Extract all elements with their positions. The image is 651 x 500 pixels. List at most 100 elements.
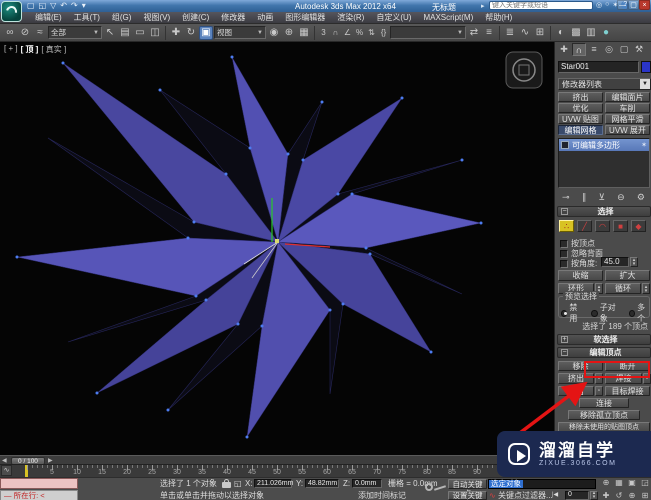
menu-animation[interactable]: 动画: [252, 12, 278, 23]
select-and-move-icon[interactable]: ✚: [169, 26, 183, 40]
spinner-snap-icon[interactable]: ⇅: [366, 26, 377, 40]
search-icon[interactable]: ○: [605, 1, 609, 9]
angle-snap-icon[interactable]: ∠: [342, 26, 353, 40]
chamfer-button[interactable]: 切角: [558, 386, 594, 396]
angle-value-field[interactable]: 45.0: [601, 257, 629, 267]
select-and-link-icon[interactable]: ∞: [3, 26, 17, 40]
absolute-offset-toggle-icon[interactable]: ◱: [234, 478, 242, 489]
modifier-button-edit-patch[interactable]: 编辑面片: [605, 92, 650, 102]
infocenter-arrow-icon[interactable]: ▸: [481, 2, 485, 10]
close-button[interactable]: ×: [639, 0, 650, 10]
element-subobject-icon[interactable]: ◆: [631, 220, 646, 232]
window-crossing-icon[interactable]: ◫: [148, 26, 162, 40]
render-icon[interactable]: ●: [599, 26, 613, 40]
menu-modifiers[interactable]: 修改器: [216, 12, 250, 23]
goto-start-icon[interactable]: |◀: [552, 490, 558, 500]
named-selection-sets-icon[interactable]: {}: [378, 26, 389, 40]
menu-customize[interactable]: 自定义(U): [371, 12, 416, 23]
maximize-viewport-icon[interactable]: ⊞: [639, 491, 651, 500]
modifier-button-meshsmooth[interactable]: 网格平滑: [605, 114, 650, 124]
use-pivot-center-icon[interactable]: ◉: [267, 26, 281, 40]
connect-button[interactable]: 连接: [579, 398, 629, 408]
menu-help[interactable]: 帮助(H): [480, 12, 517, 23]
frame-spinner[interactable]: ▴ ▾: [590, 490, 598, 500]
make-unique-icon[interactable]: ⊻: [598, 192, 605, 203]
select-and-scale-icon[interactable]: ▣: [199, 25, 213, 40]
modifier-button-unwrap-uvw[interactable]: UVW 展开: [605, 125, 650, 135]
auto-key-button[interactable]: 自动关键点: [448, 479, 487, 498]
open-file-icon[interactable]: ◱: [39, 1, 47, 11]
redo-icon[interactable]: ↷: [71, 1, 78, 11]
menu-views[interactable]: 视图(V): [138, 12, 175, 23]
menu-tools[interactable]: 工具(T): [69, 12, 105, 23]
search-input[interactable]: [489, 1, 593, 10]
mirror-icon[interactable]: ⇄: [467, 26, 481, 40]
render-setup-icon[interactable]: ▩: [569, 26, 583, 40]
configure-modifier-sets-icon[interactable]: ⚙: [637, 192, 645, 203]
pan-icon[interactable]: ✚: [600, 491, 612, 500]
key-filters-button[interactable]: 关键点过滤器...: [498, 490, 553, 500]
coordinate-system-dropdown[interactable]: 视图 ▼: [214, 26, 266, 39]
modifier-button-edit-mesh[interactable]: 编辑网格: [558, 125, 603, 135]
loop-button[interactable]: 循环: [605, 283, 641, 294]
by-vertex-checkbox[interactable]: [560, 239, 568, 248]
menu-rendering[interactable]: 渲染(R): [332, 12, 369, 23]
material-editor-icon[interactable]: ◐: [554, 26, 568, 40]
loop-spinner[interactable]: ▴ ▾: [642, 283, 650, 294]
viewport-view-label[interactable]: [ 顶 ]: [21, 44, 39, 55]
modifier-stack[interactable]: 可编辑多边形 ✶: [558, 138, 650, 188]
shrink-button[interactable]: 收缩: [558, 270, 603, 281]
polygon-subobject-icon[interactable]: ■: [613, 220, 628, 232]
schematic-view-icon[interactable]: ⊞: [533, 26, 547, 40]
communication-center-icon[interactable]: ◎: [596, 1, 602, 9]
ignore-backfacing-checkbox[interactable]: [560, 249, 568, 258]
x-coordinate-field[interactable]: 211.026mm: [254, 479, 293, 488]
y-coordinate-field[interactable]: 48.82mm: [305, 479, 339, 488]
rendered-frame-icon[interactable]: ▥: [584, 26, 598, 40]
frame-forward-icon[interactable]: ▶: [48, 457, 53, 464]
layer-manager-icon[interactable]: ≣: [503, 26, 517, 40]
z-coordinate-field[interactable]: 0.0mm: [352, 479, 382, 488]
viewport[interactable]: [ + ] [ 顶 ] [ 真实 ]: [0, 42, 554, 455]
minimize-button[interactable]: —: [617, 0, 628, 10]
keyboard-override-icon[interactable]: ▦: [297, 26, 311, 40]
menu-maxscript[interactable]: MAXScript(M): [418, 13, 478, 22]
set-key-button[interactable]: 设置关键点: [448, 490, 487, 500]
tab-utilities-icon[interactable]: ⚒: [632, 43, 646, 56]
modifier-button-optimize[interactable]: 优化: [558, 103, 603, 113]
set-key-lock-icon[interactable]: [425, 479, 447, 497]
select-object-icon[interactable]: ↖: [103, 26, 117, 40]
bind-to-spacewarp-icon[interactable]: ≈: [33, 26, 47, 40]
object-color-swatch[interactable]: [641, 61, 651, 73]
select-by-name-icon[interactable]: ▤: [118, 26, 132, 40]
pin-stack-icon[interactable]: ⊸: [562, 192, 570, 203]
new-file-icon[interactable]: ▢: [27, 1, 35, 11]
zoom-all-icon[interactable]: ▦: [613, 478, 625, 488]
curve-editor-icon[interactable]: ∿: [518, 26, 532, 40]
vertex-subobject-icon[interactable]: ∴: [559, 220, 574, 232]
rollout-edit-vertices[interactable]: − 编辑顶点: [557, 347, 651, 358]
by-angle-checkbox[interactable]: [560, 259, 568, 268]
frame-back-icon[interactable]: ◀: [2, 457, 7, 464]
zoom-icon[interactable]: ⊕: [600, 478, 612, 488]
modifier-button-extrude[interactable]: 挤出: [558, 92, 603, 102]
qat-dropdown-icon[interactable]: ▾: [82, 1, 86, 11]
tab-modify-icon[interactable]: ∩: [572, 43, 586, 56]
rollout-soft-selection[interactable]: + 软选择: [557, 334, 651, 345]
tab-display-icon[interactable]: ▢: [617, 43, 631, 56]
field-of-view-icon[interactable]: ⊕: [626, 491, 638, 500]
save-file-icon[interactable]: ▽: [50, 1, 56, 11]
grow-button[interactable]: 扩大: [605, 270, 650, 281]
add-time-tag-label[interactable]: 添加时间标记: [358, 490, 406, 500]
application-menu-button[interactable]: [1, 1, 22, 22]
rollout-selection[interactable]: − 选择: [557, 206, 651, 217]
remove-isolated-vertices-button[interactable]: 移除孤立顶点: [568, 410, 640, 420]
unlink-selection-icon[interactable]: ⊘: [18, 26, 32, 40]
rectangular-selection-icon[interactable]: ▭: [133, 26, 147, 40]
select-and-manipulate-icon[interactable]: ⊕: [282, 26, 296, 40]
chamfer-settings-button[interactable]: ▫: [595, 386, 603, 396]
stack-item-editable-poly[interactable]: 可编辑多边形 ✶: [559, 139, 649, 151]
tab-create-icon[interactable]: ✚: [557, 43, 571, 56]
snap-magnet-icon[interactable]: ∩: [330, 26, 341, 40]
align-icon[interactable]: ≡: [482, 26, 496, 40]
